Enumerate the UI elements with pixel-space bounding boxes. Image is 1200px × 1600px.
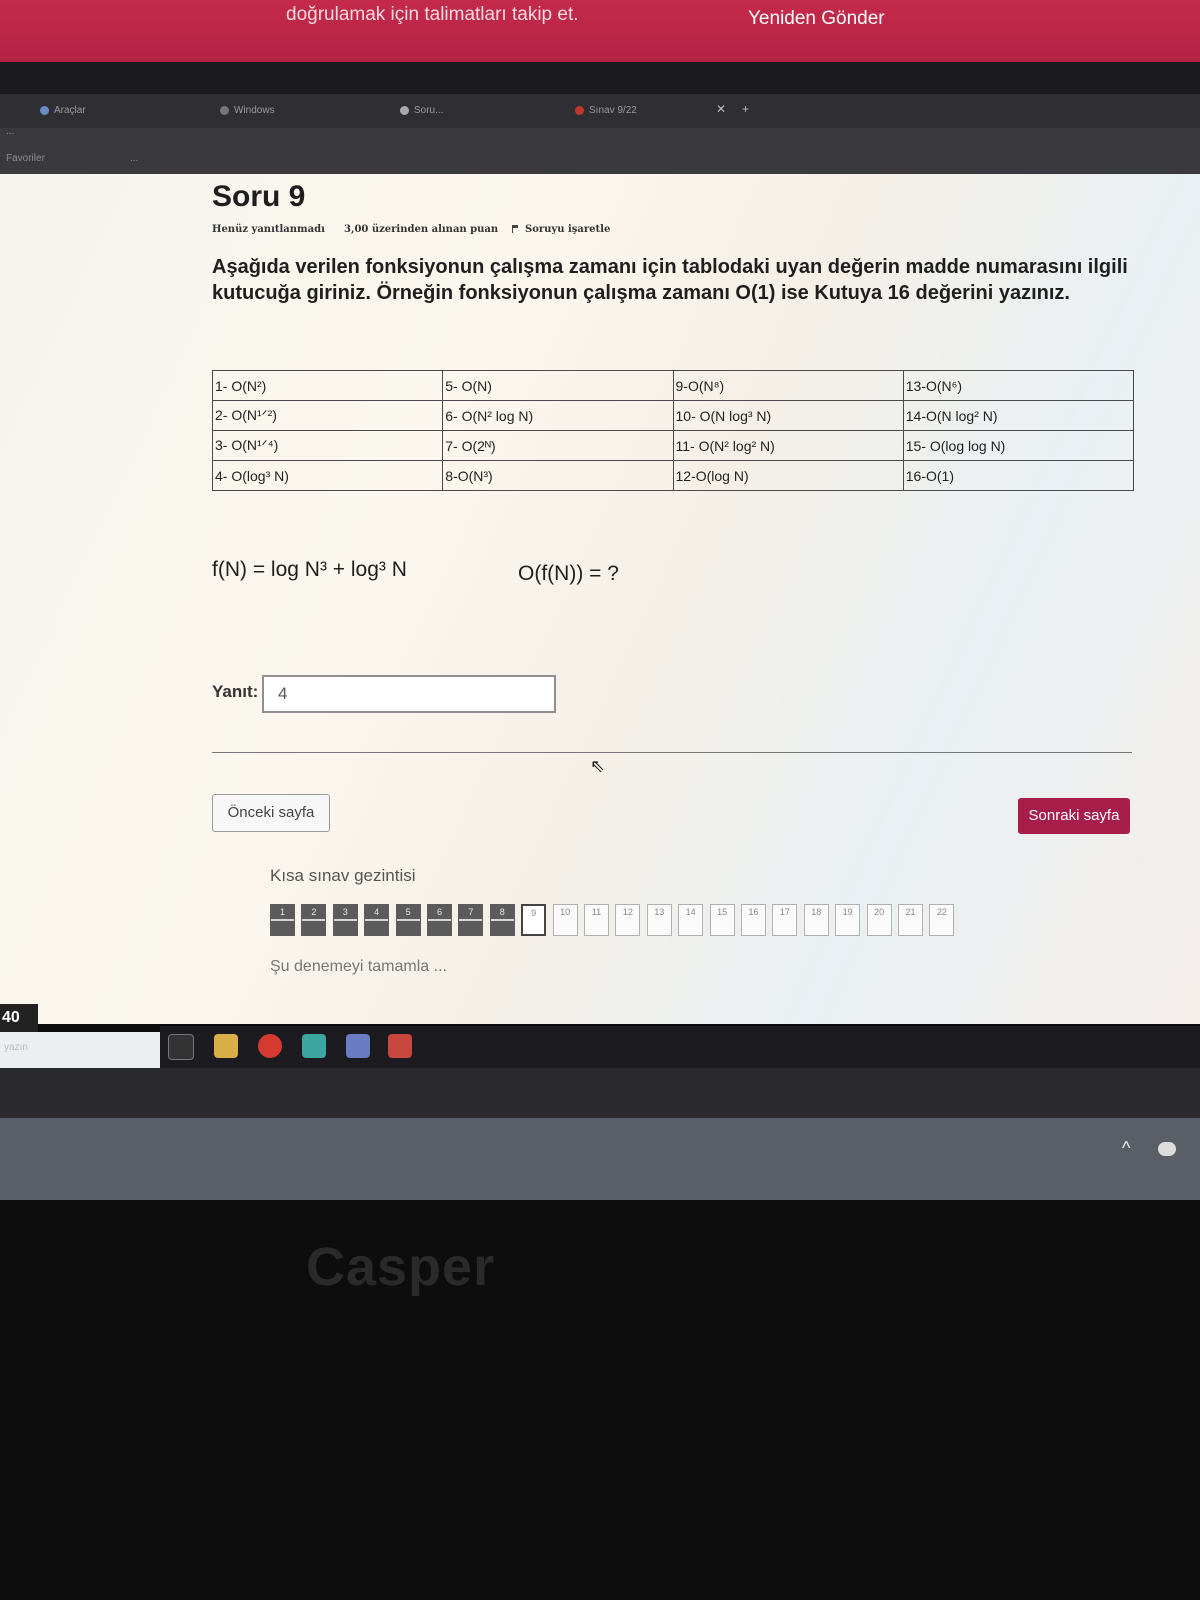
previous-page-button[interactable]: Önceki sayfa xyxy=(212,794,330,832)
quiz-nav-button[interactable]: 21 xyxy=(898,904,923,936)
app-icon[interactable] xyxy=(388,1034,412,1058)
question-points: 3,00 üzerinden alınan puan xyxy=(344,224,499,235)
quiz-nav-button[interactable]: 6 xyxy=(427,904,452,936)
table-row: 4- O(log³ N) 8-O(N³) 12-O(log N) 16-O(1) xyxy=(211,460,1135,491)
table-cell: 16-O(1) xyxy=(902,460,1135,491)
flag-icon xyxy=(512,225,520,233)
divider xyxy=(212,752,1132,753)
opera-browser-icon[interactable] xyxy=(258,1034,282,1058)
table-cell: 1- O(N²) xyxy=(211,370,444,401)
search-box[interactable]: yazın xyxy=(0,1032,160,1068)
table-row: 3- O(N¹ᐟ⁴) 7- O(2ᴺ) 11- O(N² log² N) 15-… xyxy=(211,430,1135,461)
quiz-nav-button[interactable]: 11 xyxy=(584,904,609,936)
answer-input[interactable]: 4 xyxy=(262,675,556,713)
quiz-page: Soru 9 Henüz yanıtlanmadı 3,00 üzerinden… xyxy=(0,174,1200,1024)
table-cell: 3- O(N¹ᐟ⁴) xyxy=(211,430,444,461)
quiz-nav-button[interactable]: 17 xyxy=(772,904,798,936)
table-cell: 12-O(log N) xyxy=(672,460,904,491)
tray-chevron-icon[interactable]: ^ xyxy=(1122,1138,1130,1159)
browser-tab-active[interactable]: Sınav 9/22 xyxy=(565,100,647,122)
table-cell: 6- O(N² log N) xyxy=(442,400,674,431)
table-row: 2- O(N¹ᐟ²) 6- O(N² log N) 10- O(N log³ N… xyxy=(211,400,1135,431)
bookmarks-bar: Favoriler ... xyxy=(0,146,1200,172)
verification-banner: doğrulamak için talimatları takip et. Ye… xyxy=(0,0,1200,62)
file-explorer-icon[interactable] xyxy=(214,1034,238,1058)
quiz-nav-button[interactable]: 13 xyxy=(646,904,672,936)
quiz-nav-button[interactable]: 19 xyxy=(835,904,861,936)
quiz-nav-button[interactable]: 2 xyxy=(301,904,327,936)
browser-tab[interactable]: Windows xyxy=(210,100,285,122)
table-cell: 4- O(log³ N) xyxy=(211,460,444,491)
table-cell: 8-O(N³) xyxy=(442,460,674,491)
question-text: Aşağıda verilen fonksiyonun çalışma zama… xyxy=(212,256,1128,304)
quiz-nav-button[interactable]: 5 xyxy=(395,904,421,936)
app-icon[interactable] xyxy=(346,1034,370,1058)
quiz-nav-button[interactable]: 1 xyxy=(270,904,295,936)
table-cell: 5- O(N) xyxy=(442,370,674,401)
task-view-icon[interactable] xyxy=(168,1034,194,1060)
finish-attempt-link[interactable]: Şu denemeyi tamamla ... xyxy=(270,958,447,976)
quiz-nav-button[interactable]: 3 xyxy=(332,904,358,936)
quiz-nav-button[interactable]: 12 xyxy=(615,904,641,936)
answer-label: Yanıt: xyxy=(212,682,259,701)
complexity-query: O(f(N)) = ? xyxy=(518,562,619,585)
table-cell: 14-O(N log² N) xyxy=(902,400,1135,431)
table-cell: 15- O(log log N) xyxy=(902,430,1135,461)
quiz-nav-button[interactable]: 4 xyxy=(364,904,390,936)
quiz-nav-button[interactable]: 18 xyxy=(803,904,829,936)
quiz-nav-button[interactable]: 16 xyxy=(741,904,766,936)
laptop-brand-logo: Casper xyxy=(306,1237,496,1297)
browser-tab[interactable]: Araçlar xyxy=(30,100,96,122)
table-cell: 11- O(N² log² N) xyxy=(672,430,904,461)
next-page-button[interactable]: Sonraki sayfa xyxy=(1018,798,1130,834)
quiz-navigation-title: Kısa sınav gezintisi xyxy=(270,866,416,885)
table-row: 1- O(N²) 5- O(N) 9-O(N⁸) 13-O(N⁶) xyxy=(211,370,1135,401)
quiz-nav-button[interactable]: 10 xyxy=(552,904,578,936)
table-cell: 2- O(N¹ᐟ²) xyxy=(211,400,444,431)
quiz-nav-button[interactable]: 15 xyxy=(709,904,735,936)
browser-tab[interactable]: Soru... xyxy=(390,100,453,122)
onedrive-icon[interactable] xyxy=(1158,1142,1176,1156)
quiz-nav-button[interactable]: 7 xyxy=(458,904,484,936)
question-status: Henüz yanıtlanmadı xyxy=(212,224,325,235)
function-formula: f(N) = log N³ + log³ N xyxy=(212,558,407,581)
tab-icon xyxy=(40,105,49,115)
clock-fragment: 40 xyxy=(0,1004,38,1032)
tab-icon xyxy=(400,105,409,115)
flag-question-link[interactable]: Soruyu işaretle xyxy=(512,224,610,235)
complexity-options-table: 1- O(N²) 5- O(N) 9-O(N⁸) 13-O(N⁶) 2- O(N… xyxy=(211,370,1135,491)
screen-lower-band xyxy=(0,1068,1200,1118)
tab-icon xyxy=(220,105,229,115)
address-bar[interactable]: ... xyxy=(0,120,1200,144)
table-cell: 10- O(N log³ N) xyxy=(672,400,904,431)
taskbar xyxy=(160,1026,1200,1068)
tab-icon xyxy=(575,105,584,115)
bookmark-item[interactable]: ... xyxy=(130,146,138,172)
new-tab-icon[interactable]: + xyxy=(742,102,749,116)
mouse-cursor-icon: ⇖ xyxy=(590,756,606,776)
screen-bezel-top xyxy=(0,62,1200,94)
quiz-nav-button[interactable]: 9 xyxy=(521,904,547,936)
quiz-nav-button[interactable]: 8 xyxy=(489,904,515,936)
browser-chrome: Araçlar Windows Soru... Sınav 9/22 ✕ + .… xyxy=(0,94,1200,174)
table-cell: 9-O(N⁸) xyxy=(672,370,904,401)
resend-link[interactable]: Yeniden Gönder xyxy=(748,8,885,30)
banner-message: doğrulamak için talimatları takip et. xyxy=(286,4,579,25)
table-cell: 7- O(2ᴺ) xyxy=(442,430,674,461)
table-cell: 13-O(N⁶) xyxy=(902,370,1135,401)
app-icon[interactable] xyxy=(302,1034,326,1058)
quiz-nav-button[interactable]: 20 xyxy=(866,904,892,936)
quiz-nav-button[interactable]: 22 xyxy=(929,904,955,936)
bookmark-item[interactable]: Favoriler xyxy=(6,146,45,172)
second-screen-area: ^ xyxy=(0,1118,1200,1200)
quiz-nav-button[interactable]: 14 xyxy=(678,904,704,936)
question-title: Soru 9 xyxy=(212,180,306,213)
close-tab-icon[interactable]: ✕ xyxy=(716,102,726,116)
